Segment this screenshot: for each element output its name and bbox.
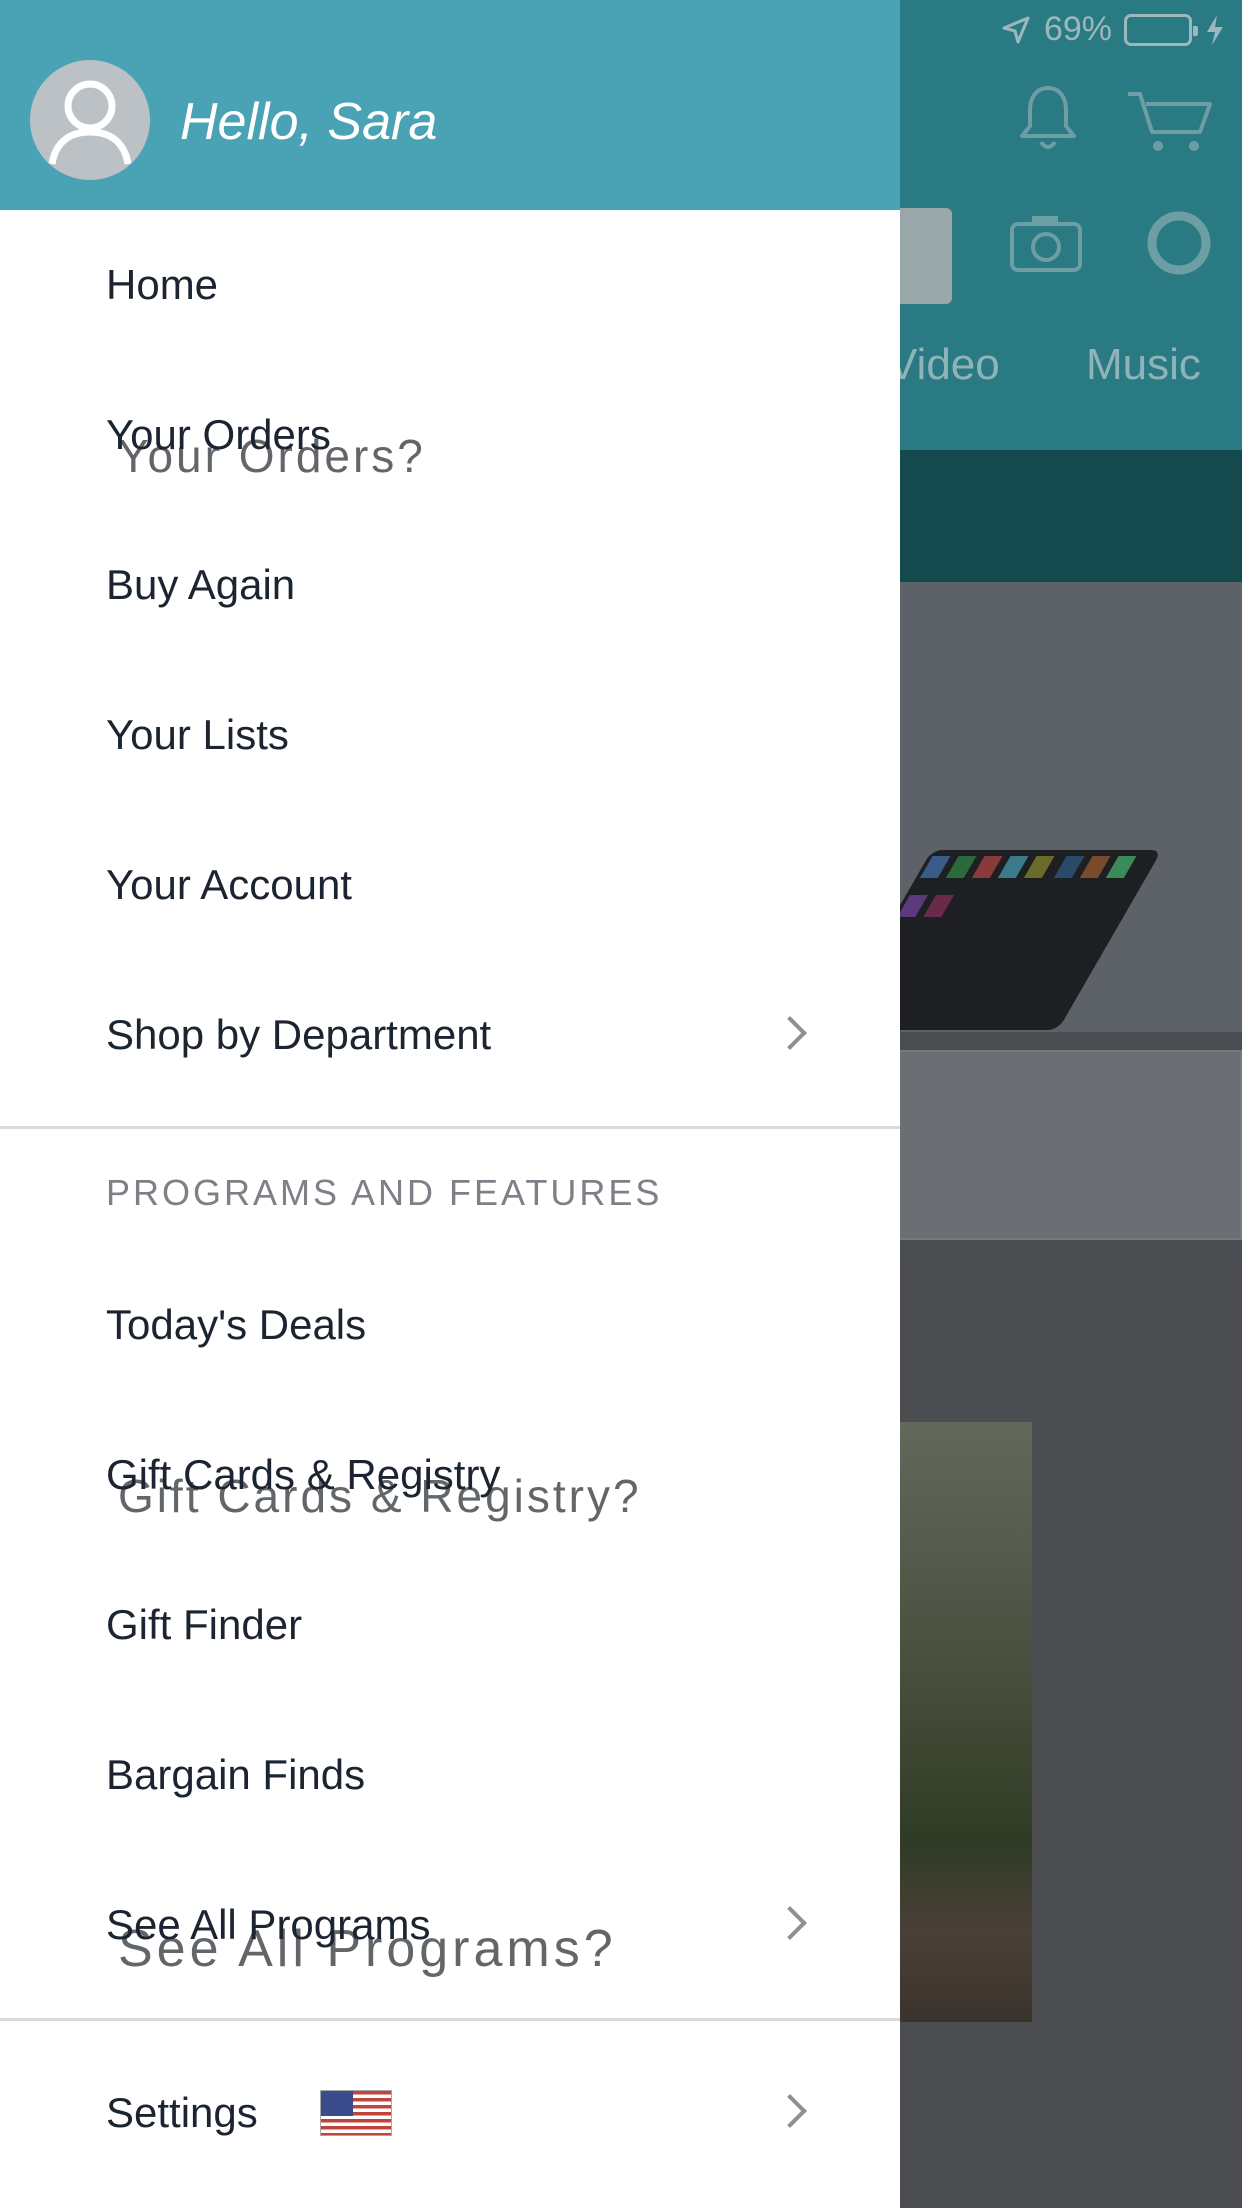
menu-item-todays-deals[interactable]: Today's Deals (0, 1250, 900, 1400)
camera-icon[interactable] (1008, 212, 1084, 274)
promo-card[interactable] (880, 1050, 1242, 1240)
charging-icon (1207, 14, 1223, 45)
battery-icon (1124, 13, 1198, 46)
navigation-drawer: Hello, Sara Home Your Orders Your Orders… (0, 0, 900, 2208)
menu-item-label: Gift Cards & Registry (106, 1451, 501, 1498)
garden-photo[interactable] (880, 1422, 1032, 2022)
menu-item-label: Your Lists (106, 711, 289, 758)
menu-item-label: Today's Deals (106, 1301, 367, 1348)
menu-item-your-orders[interactable]: Your Orders Your Orders? (0, 360, 900, 510)
menu-item-bargain-finds[interactable]: Bargain Finds (0, 1700, 900, 1850)
menu-item-label: Shop by Department (106, 1011, 492, 1058)
section-divider (0, 2018, 900, 2021)
menu-item-gift-finder[interactable]: Gift Finder (0, 1550, 900, 1700)
chevron-right-icon (773, 1016, 807, 1050)
menu-item-home[interactable]: Home (0, 210, 900, 360)
us-flag-icon (319, 2090, 392, 2136)
menu-item-your-lists[interactable]: Your Lists (0, 660, 900, 810)
avatar[interactable] (30, 60, 150, 180)
notifications-bell-icon[interactable] (1016, 82, 1080, 154)
menu-item-label: Buy Again (106, 561, 296, 608)
greeting: Hello, Sara (180, 93, 438, 151)
chevron-right-icon (773, 1906, 807, 1940)
tab-video[interactable]: Video (888, 340, 1000, 390)
cart-icon[interactable] (1124, 86, 1214, 156)
menu-item-label: Home (106, 261, 219, 308)
drawer-header: Hello, Sara (0, 0, 900, 210)
menu-item-label: Bargain Finds (106, 1751, 366, 1798)
menu-item-label: Your Orders (106, 411, 331, 458)
menu-item-gift-cards-registry[interactable]: Gift Cards & Registry Gift Cards & Regis… (0, 1400, 900, 1550)
section-heading-programs: PROGRAMS AND FEATURES (106, 1172, 663, 1213)
tab-music[interactable]: Music (1086, 340, 1201, 390)
menu-item-settings[interactable]: Settings (0, 2038, 900, 2188)
menu-item-label: See All Programs (106, 1901, 431, 1948)
menu-item-label: Gift Finder (106, 1601, 303, 1648)
menu-item-label: Settings (106, 2089, 258, 2136)
menu-item-your-account[interactable]: Your Account (0, 810, 900, 960)
battery-percent: 69% (1043, 10, 1112, 48)
status-bar: 69% (1000, 10, 1226, 49)
menu-item-label: Your Account (106, 861, 352, 908)
section-divider (0, 1126, 900, 1129)
chevron-right-icon (773, 2094, 807, 2128)
menu-item-buy-again[interactable]: Buy Again (0, 510, 900, 660)
location-icon (1002, 16, 1030, 43)
user-icon (48, 80, 132, 165)
menu-item-see-all-programs[interactable]: See All Programs See All Programs? (0, 1850, 900, 2000)
menu-item-shop-by-department[interactable]: Shop by Department (0, 960, 900, 1110)
alexa-icon[interactable] (1144, 208, 1214, 278)
